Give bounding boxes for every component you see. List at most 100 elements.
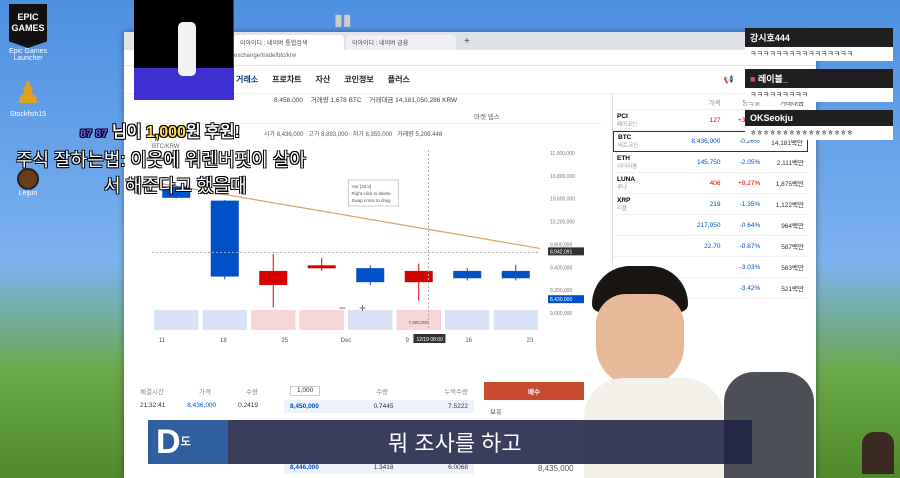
- coin-row[interactable]: ETH 이더리움 145,750 -2.05% 2,111백만: [613, 152, 808, 173]
- chat-message: ■ 레이블_ ㅋㅋㅋㅋㅋㅋㅋㅋㅋ: [745, 69, 893, 102]
- new-tab-button[interactable]: +: [458, 36, 476, 50]
- chat-text: ㅋㅋㅋㅋㅋㅋㅋㅋㅋㅋㅋㅋㅋㅋㅋㅋ: [745, 47, 893, 61]
- order-qty: 1.3418: [373, 464, 394, 471]
- nav-item-plus[interactable]: 플러스: [388, 74, 410, 85]
- qty-select[interactable]: 1,000: [290, 386, 321, 396]
- x-tick-label: 25: [281, 338, 288, 344]
- coin-change: -1.35%: [739, 200, 761, 208]
- coin-name: PCI 페이코인: [617, 112, 638, 128]
- header-time: 체결시간: [140, 389, 164, 396]
- order-cumulative: 6.0068: [448, 464, 468, 471]
- volume-bar: [154, 310, 199, 330]
- desktop-icon-epic-games[interactable]: EPIC GAMES Epic Games Launcher: [6, 4, 50, 62]
- coin-change: +8.27%: [738, 179, 761, 187]
- ohlc-volume: 거래량 5,206.448: [397, 132, 443, 138]
- caption-bar: D도 뭐 조사를 하고: [148, 420, 752, 464]
- epic-games-logo-icon: EPIC GAMES: [9, 4, 47, 48]
- coin-row[interactable]: LUNA 루나 406 +8.27% 1,875백만: [613, 173, 808, 194]
- donation-text-2: 원 후원!: [185, 124, 240, 141]
- donation-alert: 87 87 님이 1,000원 후원!: [80, 118, 240, 142]
- trade-time: 21:32:41: [140, 402, 166, 409]
- donor-name: 87 87: [80, 128, 108, 140]
- trade-header: 체결시간 가격 수량: [134, 382, 264, 400]
- volume-bar: [299, 310, 344, 330]
- order-row[interactable]: 8,450,000 0.7445 7.5222: [284, 400, 474, 413]
- header-qty: 수량: [246, 389, 258, 396]
- desktop-icon-stockfish[interactable]: ♟ Stockfish15: [6, 76, 50, 118]
- channel-logo: D도: [148, 420, 228, 464]
- order-qty: 0.7445: [373, 403, 394, 410]
- x-tick-label: 16: [465, 338, 472, 344]
- volume-bar: [445, 310, 490, 330]
- browser-tab[interactable]: 이아이디 : 네이버 통합검색: [234, 35, 344, 50]
- badge-icon: ■: [750, 74, 758, 84]
- fighter-sprite: [178, 22, 196, 76]
- buy-tab[interactable]: 매수: [484, 382, 584, 400]
- coin-volume: 964백만: [781, 223, 804, 230]
- coin-price: 217,950: [696, 221, 721, 229]
- chat-username: OKSeokju: [745, 110, 893, 126]
- chat-text: ㅋㅋㅋㅋㅋㅋㅋㅋㅋ: [745, 88, 893, 102]
- browser-tab[interactable]: 이아이디 : 네이버 금융: [346, 35, 456, 50]
- coin-row[interactable]: 22.70 -0.87% 587백만: [613, 236, 808, 257]
- y-tick-label: 9,400,000: [550, 265, 572, 271]
- desktop-icon-label: Stockfish15: [9, 111, 47, 118]
- x-tick-label: 9: [406, 338, 410, 344]
- y-tick-label: 9,000,000: [550, 311, 572, 317]
- coin-change: -3.42%: [739, 284, 761, 292]
- trade-qty: 0.2419: [238, 402, 258, 409]
- y-tick-label: 10,200,000: [550, 220, 575, 226]
- ohlc-low: 저가 8,355,000: [352, 132, 393, 138]
- candle-body: [501, 270, 530, 279]
- coin-volume: 587백만: [781, 244, 804, 251]
- nav-item-coininfo[interactable]: 코인정보: [344, 74, 373, 85]
- nav-item-assets[interactable]: 자산: [316, 74, 331, 85]
- y-tick-label: 10,600,000: [550, 197, 575, 203]
- trade-row: 21:32:41 8,436,000 0.2419: [134, 400, 264, 411]
- volume-bar: [348, 310, 393, 330]
- coin-volume: 521백만: [781, 286, 804, 293]
- chat-panel: 강시호444 ㅋㅋㅋㅋㅋㅋㅋㅋㅋㅋㅋㅋㅋㅋㅋㅋ ■ 레이블_ ㅋㅋㅋㅋㅋㅋㅋㅋㅋ…: [745, 28, 893, 144]
- header-qty: 수량: [376, 389, 389, 396]
- donation-text: 님이: [111, 124, 146, 141]
- chat-text: ㅎㅎㅎㅎㅎㅎㅎㅎㅎㅎㅎㅎㅎㅎㅎㅎ: [745, 126, 893, 140]
- coin-price: 406: [709, 179, 721, 187]
- nav-item-prochart[interactable]: 프로차트: [272, 74, 301, 85]
- coin-row[interactable]: 217,950 -0.64% 964백만: [613, 215, 808, 236]
- order-header: 1,000 수량 누적수량: [284, 382, 474, 400]
- candle-body: [210, 200, 239, 277]
- coin-volume: 1,122백만: [775, 202, 804, 209]
- chat-message: OKSeokju ㅎㅎㅎㅎㅎㅎㅎㅎㅎㅎㅎㅎㅎㅎㅎㅎ: [745, 110, 893, 140]
- coin-change: -2.05%: [739, 158, 761, 166]
- channel-logo-sub: 도: [180, 436, 191, 448]
- megaphone-icon[interactable]: 📢: [724, 75, 734, 84]
- coin-name: [617, 222, 679, 229]
- streamer-face: [596, 294, 684, 386]
- order-price: 8,446,000: [290, 464, 319, 471]
- caption-text: 뭐 조사를 하고: [388, 431, 522, 456]
- candle-body: [404, 270, 433, 283]
- coin-volume: 2,111백만: [776, 160, 804, 167]
- order-price: 8,450,000: [290, 403, 319, 410]
- x-tick-label: 11: [159, 338, 166, 344]
- header-cumulative: 누적수량: [444, 389, 468, 396]
- coin-price: 22.70: [704, 242, 721, 250]
- nav-item-exchange[interactable]: 거래소: [236, 74, 258, 85]
- tooltip-line: Right-click to delete: [351, 191, 391, 196]
- donation-message-1: 주식 잘하는법: 이웃에 워렌버핏이 살아: [16, 150, 306, 170]
- tooltip-line: Hor [33.0]: [351, 184, 371, 189]
- desktop-icon-leijun[interactable]: Leijun: [6, 168, 50, 197]
- volume-bar: [202, 310, 247, 330]
- y-tick-label: 11,000,000: [550, 151, 575, 157]
- y-tick-label: 9,200,000: [550, 288, 572, 294]
- value-label: 거래대금: [369, 97, 394, 104]
- coin-name: BTC 비트코인: [618, 134, 639, 149]
- ticker-value-unit: KRW: [442, 97, 458, 104]
- zoom-out-icon: −: [339, 301, 346, 315]
- tab-market-depth[interactable]: 마켓 뎁스: [474, 111, 500, 121]
- coin-price: 219: [709, 200, 721, 208]
- tooltip-line: Swap cross to drag: [351, 198, 390, 203]
- coin-row[interactable]: XRP 리플 219 -1.35% 1,122백만: [613, 194, 808, 215]
- y-tick-label: 10,800,000: [550, 174, 575, 180]
- candle-body: [307, 265, 336, 269]
